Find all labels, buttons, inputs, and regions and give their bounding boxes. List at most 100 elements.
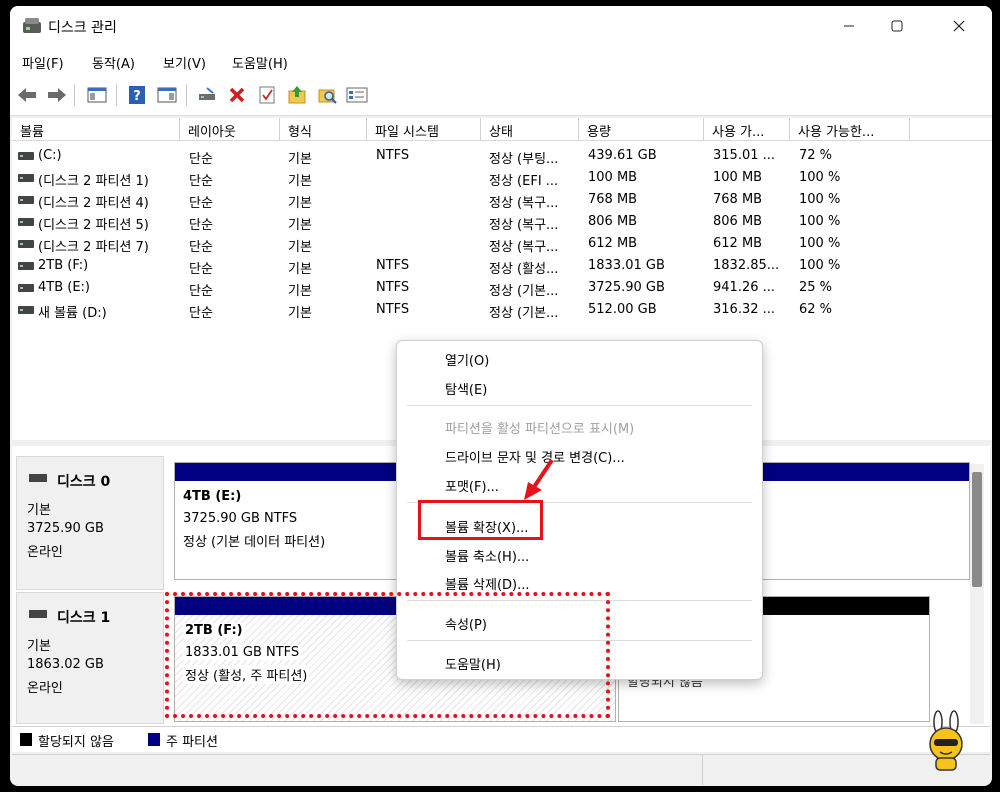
disk-management-window: 디스크 관리 파일(F) 동작(A) 보기(V) 도움말(H) ? 볼륨 레이아…	[10, 6, 992, 786]
disk-1-size: 1863.02 GB	[27, 657, 104, 672]
table-row[interactable]: (C:) 단순 기본 NTFS 정상 (부팅... 439.61 GB 315.01 ...…	[12, 145, 992, 167]
table-row[interactable]: (디스크 2 파티션 7) 단순 기본 정상 (복구... 612 MB 612 MB 10…	[12, 233, 992, 255]
window-title: 디스크 관리	[48, 20, 117, 36]
menu-item-delete-volume[interactable]: 볼륨 삭제(D)...	[445, 574, 530, 593]
cell-layout: 단순	[189, 240, 213, 255]
table-row[interactable]: (디스크 2 파티션 5) 단순 기본 정상 (복구... 806 MB 806 MB 10…	[12, 211, 992, 233]
volume-icon	[18, 262, 34, 270]
minimize-icon	[844, 25, 854, 27]
column-header-filesystem[interactable]: 파일 시스템	[367, 118, 481, 141]
cell-layout: 단순	[189, 284, 213, 299]
cell-volume: 4TB (E:)	[38, 280, 90, 295]
cell-status: 정상 (기본...	[489, 306, 559, 321]
column-header-volume[interactable]: 볼륨	[12, 118, 180, 141]
table-row[interactable]: (디스크 2 파티션 1) 단순 기본 정상 (EFI ... 100 MB 100 MB…	[12, 167, 992, 189]
disk-0-label[interactable]: 디스크 0 기본 3725.90 GB 온라인	[16, 456, 164, 590]
cell-type: 기본	[288, 196, 312, 211]
column-header-status[interactable]: 상태	[481, 118, 579, 141]
menu-view[interactable]: 보기(V)	[163, 53, 206, 72]
cell-layout: 단순	[189, 262, 213, 277]
cell-free-space: 316.32 ...	[713, 302, 776, 317]
maximize-button[interactable]	[874, 6, 920, 46]
cell-layout: 단순	[189, 306, 213, 321]
search-folder-icon	[318, 89, 337, 104]
cell-capacity: 3725.90 GB	[588, 280, 665, 295]
scrollbar-thumb[interactable]	[972, 472, 982, 587]
partition-detail: 3725.90 GB NTFS	[183, 511, 298, 526]
disk-icon	[29, 610, 47, 618]
cell-percent-free: 100 %	[799, 258, 841, 273]
cell-layout: 단순	[189, 218, 213, 233]
volume-icon	[18, 218, 34, 226]
folder-up-icon	[288, 86, 306, 104]
column-header-type[interactable]: 형식	[280, 118, 367, 141]
search-folder-button[interactable]	[316, 84, 338, 106]
cell-type: 기본	[288, 240, 312, 255]
menu-file[interactable]: 파일(F)	[22, 53, 64, 72]
disk-0-state: 온라인	[27, 545, 63, 560]
menu-item-format[interactable]: 포맷(F)...	[445, 476, 499, 495]
cell-filesystem: NTFS	[376, 258, 410, 273]
disk-1-label[interactable]: 디스크 1 기본 1863.02 GB 온라인	[16, 592, 164, 724]
volume-icon	[18, 284, 34, 292]
cell-free-space: 612 MB	[713, 236, 763, 251]
connect-drive-button[interactable]	[196, 84, 218, 106]
close-icon	[953, 20, 965, 32]
console-tree-button[interactable]	[86, 84, 108, 106]
legend-bar: 할당되지 않음 주 파티션	[12, 726, 990, 752]
title-bar: 디스크 관리	[10, 6, 992, 46]
disk-0-size: 3725.90 GB	[27, 521, 104, 536]
minimize-button[interactable]	[826, 6, 872, 46]
cell-volume: 2TB (F:)	[38, 258, 89, 273]
toolbar: ?	[10, 76, 992, 116]
cell-layout: 단순	[189, 152, 213, 167]
volume-list-header: 볼륨 레이아웃 형식 파일 시스템 상태 용량 사용 가... 사용 가능한..…	[12, 118, 992, 141]
cell-percent-free: 72 %	[799, 148, 833, 163]
legend-unallocated: 할당되지 않음	[38, 735, 114, 750]
column-header-capacity[interactable]: 용량	[579, 118, 704, 141]
cell-type: 기본	[288, 306, 312, 321]
properties-button[interactable]	[346, 84, 368, 106]
cell-free-space: 941.26 ...	[713, 280, 776, 295]
menu-bar: 파일(F) 동작(A) 보기(V) 도움말(H)	[10, 46, 992, 76]
svg-text:?: ?	[133, 89, 141, 104]
menu-item-open[interactable]: 열기(O)	[445, 350, 489, 369]
delete-button[interactable]	[226, 84, 248, 106]
cell-type: 기본	[288, 152, 312, 167]
disk-pane-scrollbar[interactable]	[970, 464, 984, 724]
menu-item-shrink-volume[interactable]: 볼륨 축소(H)...	[445, 546, 529, 565]
check-button[interactable]	[256, 84, 278, 106]
back-button[interactable]	[16, 84, 38, 106]
disk-icon	[29, 474, 47, 482]
table-row[interactable]: (디스크 2 파티션 4) 단순 기본 정상 (복구... 768 MB 768 MB 10…	[12, 189, 992, 211]
forward-button[interactable]	[46, 84, 68, 106]
cell-free-space: 315.01 ...	[713, 148, 776, 163]
cell-volume: (C:)	[38, 148, 62, 163]
action-pane-button[interactable]	[156, 84, 178, 106]
menu-item-explore[interactable]: 탐색(E)	[445, 379, 487, 398]
table-row[interactable]: 새 볼륨 (D:) 단순 기본 NTFS 정상 (기본... 512.00 GB 316.3…	[12, 299, 992, 321]
column-header-percent-free[interactable]: 사용 가능한...	[790, 118, 910, 141]
cell-filesystem: NTFS	[376, 148, 410, 163]
cell-capacity: 806 MB	[588, 214, 638, 229]
cell-free-space: 1832.85...	[713, 258, 780, 273]
cell-percent-free: 100 %	[799, 170, 841, 185]
menu-action[interactable]: 동작(A)	[92, 53, 135, 72]
help-button[interactable]: ?	[126, 84, 148, 106]
cell-volume: (디스크 2 파티션 5)	[38, 218, 149, 233]
unallocated-swatch	[20, 733, 32, 746]
partition-status: 정상 (기본 데이터 파티션)	[183, 535, 326, 550]
menu-help[interactable]: 도움말(H)	[232, 53, 288, 72]
table-row[interactable]: 4TB (E:) 단순 기본 NTFS 정상 (기본... 3725.90 GB 941.2…	[12, 277, 992, 299]
cell-status: 정상 (복구...	[489, 240, 559, 255]
table-row[interactable]: 2TB (F:) 단순 기본 NTFS 정상 (활성... 1833.01 GB 1832.…	[12, 255, 992, 277]
disk-0-name: 디스크 0	[57, 474, 111, 490]
column-header-layout[interactable]: 레이아웃	[180, 118, 280, 141]
properties-icon	[346, 87, 368, 103]
legend-primary-partition: 주 파티션	[166, 735, 218, 750]
folder-up-button[interactable]	[286, 84, 308, 106]
column-header-free-space[interactable]: 사용 가...	[704, 118, 790, 141]
cell-volume: (디스크 2 파티션 7)	[38, 240, 149, 255]
disk-1-kind: 기본	[27, 639, 51, 654]
close-button[interactable]	[936, 6, 982, 46]
